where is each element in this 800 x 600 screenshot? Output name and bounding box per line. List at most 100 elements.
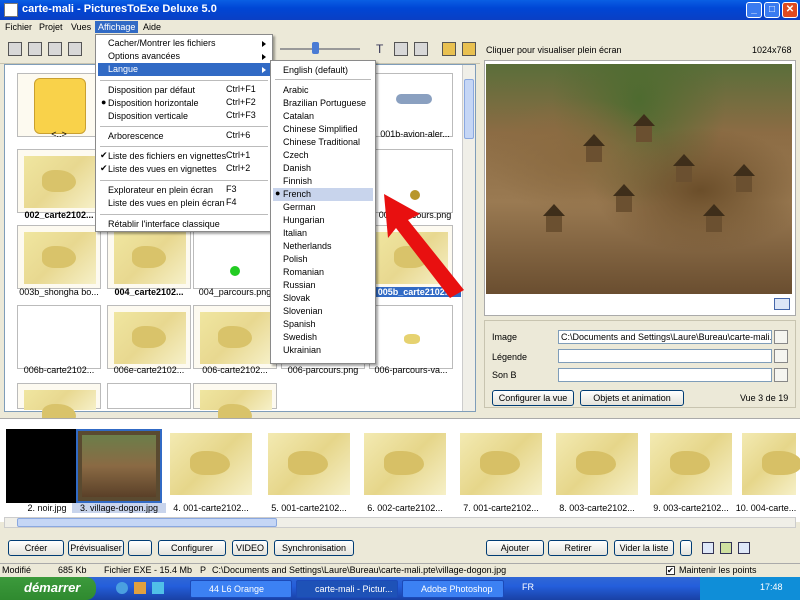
thumb-parent-folder[interactable] xyxy=(17,73,101,137)
menu-langue[interactable]: Langue xyxy=(98,63,270,76)
slide-7[interactable] xyxy=(458,429,544,503)
save-icon[interactable] xyxy=(28,42,42,56)
menu-liste-fichiers-vignettes[interactable]: Liste des fichiers en vignettes xyxy=(98,150,226,163)
maintenir-checkbox[interactable]: ✔ xyxy=(666,566,675,575)
slide-10[interactable] xyxy=(740,429,800,503)
menu-aide[interactable]: Aide xyxy=(140,21,164,33)
objets-animation-button[interactable]: Objets et animation xyxy=(580,390,684,406)
lang-ukrainian[interactable]: Ukrainian xyxy=(273,344,373,357)
slide-9[interactable] xyxy=(648,429,734,503)
explorer-icon[interactable] xyxy=(134,582,146,594)
filmstrip[interactable]: 2. noir.jpg 3. village-dogon.jpg 4. 001-… xyxy=(0,418,800,522)
previsualiser-button[interactable]: Prévisualiser xyxy=(68,540,124,556)
media-icon[interactable] xyxy=(152,582,164,594)
configurer-vue-button[interactable]: Configurer la vue xyxy=(492,390,574,406)
slide-8[interactable] xyxy=(554,429,640,503)
lang-german[interactable]: German xyxy=(273,201,373,214)
menu-explorateur-plein-ecran[interactable]: Explorateur en plein écran xyxy=(98,184,224,197)
thumb-avion[interactable] xyxy=(369,73,453,137)
vider-liste-button[interactable]: Vider la liste xyxy=(614,540,674,556)
synchronisation-button[interactable]: Synchronisation xyxy=(274,540,354,556)
close-button[interactable]: ✕ xyxy=(782,2,798,18)
slide-village-dogon[interactable] xyxy=(76,429,162,503)
legende-field[interactable] xyxy=(558,349,772,363)
lang-catalan[interactable]: Catalan xyxy=(273,110,373,123)
zoom-slider[interactable] xyxy=(280,48,360,50)
print-icon[interactable] xyxy=(8,42,22,56)
lang-brazilian-portuguese[interactable]: Brazilian Portuguese xyxy=(273,97,373,110)
lang-spanish[interactable]: Spanish xyxy=(273,318,373,331)
menu-arborescence[interactable]: Arborescence xyxy=(98,130,218,143)
lang-hungarian[interactable]: Hungarian xyxy=(273,214,373,227)
fullscreen-icon[interactable] xyxy=(774,298,790,310)
spin-icon[interactable] xyxy=(680,540,692,556)
task-photoshop[interactable]: Adobe Photoshop xyxy=(402,580,504,598)
lang-czech[interactable]: Czech xyxy=(273,149,373,162)
lang-slovenian[interactable]: Slovenian xyxy=(273,305,373,318)
thumb-row5-a[interactable] xyxy=(17,383,101,426)
scroll-thumb[interactable] xyxy=(17,518,277,527)
menu-disposition-defaut[interactable]: Disposition par défaut xyxy=(98,84,218,97)
lang-netherlands[interactable]: Netherlands xyxy=(273,240,373,253)
thumbnails-icon[interactable] xyxy=(394,42,408,56)
tool-icon[interactable] xyxy=(68,42,82,56)
menu-retablir-interface[interactable]: Rétablir l'interface classique xyxy=(98,218,270,231)
lang-danish[interactable]: Danish xyxy=(273,162,373,175)
lang-english[interactable]: English (default) xyxy=(273,64,373,77)
thumb-carte-006[interactable] xyxy=(193,305,277,369)
retirer-button[interactable]: Retirer xyxy=(548,540,608,556)
detail-view-icon[interactable] xyxy=(738,542,750,554)
thumb-row5-b[interactable] xyxy=(107,383,191,409)
edit-legend-icon[interactable] xyxy=(774,349,788,363)
thumb-carte-006b[interactable] xyxy=(17,305,101,369)
language-indicator[interactable]: FR xyxy=(522,582,534,592)
creer-button[interactable]: Créer xyxy=(8,540,64,556)
ajouter-button[interactable]: Ajouter xyxy=(486,540,544,556)
zoom-slider-thumb[interactable] xyxy=(312,42,319,54)
image-field[interactable]: C:\Documents and Settings\Laure\Bureau\c… xyxy=(558,330,772,344)
minimize-button[interactable]: _ xyxy=(746,2,762,18)
thumb-parcours-006-va[interactable] xyxy=(369,305,453,369)
text-icon[interactable]: T xyxy=(376,42,390,56)
menu-options-avancees[interactable]: Options avancées xyxy=(98,50,270,63)
lang-italian[interactable]: Italian xyxy=(273,227,373,240)
thumb-row5-c[interactable] xyxy=(193,383,277,426)
slide-6[interactable] xyxy=(362,429,448,503)
preview-image[interactable] xyxy=(486,64,792,294)
menu-vues[interactable]: Vues xyxy=(68,21,94,33)
lang-russian[interactable]: Russian xyxy=(273,279,373,292)
screen-icon[interactable] xyxy=(128,540,152,556)
disk-icon[interactable] xyxy=(48,42,62,56)
scroll-thumb[interactable] xyxy=(464,79,474,139)
start-button[interactable]: démarrer xyxy=(0,577,96,600)
lang-french[interactable]: French xyxy=(273,188,373,201)
menu-projet[interactable]: Projet xyxy=(36,21,66,33)
list-view-icon[interactable] xyxy=(702,542,714,554)
thumb-carte-006e[interactable] xyxy=(107,305,191,369)
menu-disposition-verticale[interactable]: Disposition verticale xyxy=(98,110,218,123)
menu-liste-vues-vignettes[interactable]: Liste des vues en vignettes xyxy=(98,163,224,176)
lang-finnish[interactable]: Finnish xyxy=(273,175,373,188)
lang-chinese-simplified[interactable]: Chinese Simplified xyxy=(273,123,373,136)
menu-cacher-montrer[interactable]: Cacher/Montrer les fichiers xyxy=(98,37,270,50)
menu-fichier[interactable]: Fichier xyxy=(2,21,35,33)
video-button[interactable]: VIDEO xyxy=(232,540,268,556)
lang-chinese-traditional[interactable]: Chinese Traditional xyxy=(273,136,373,149)
thumb-shongha[interactable] xyxy=(17,225,101,289)
folder-up-icon[interactable] xyxy=(442,42,456,56)
thumb-carte-002[interactable] xyxy=(17,149,101,213)
menu-affichage[interactable]: Affichage xyxy=(95,21,139,33)
lang-slovak[interactable]: Slovak xyxy=(273,292,373,305)
folder-icon[interactable] xyxy=(462,42,476,56)
maximize-button[interactable]: □ xyxy=(764,2,780,18)
thumb-parcours-004[interactable] xyxy=(193,225,277,289)
task-pictures[interactable]: carte-mali - Pictur... xyxy=(296,580,398,598)
menu-liste-vues-plein-ecran[interactable]: Liste des vues en plein écran xyxy=(98,197,225,210)
lang-swedish[interactable]: Swedish xyxy=(273,331,373,344)
lang-polish[interactable]: Polish xyxy=(273,253,373,266)
filmstrip-scrollbar[interactable] xyxy=(4,517,796,528)
configurer-button[interactable]: Configurer xyxy=(158,540,226,556)
browse-image-icon[interactable] xyxy=(774,330,788,344)
slide-4[interactable] xyxy=(168,429,254,503)
ie-icon[interactable] xyxy=(116,582,128,594)
